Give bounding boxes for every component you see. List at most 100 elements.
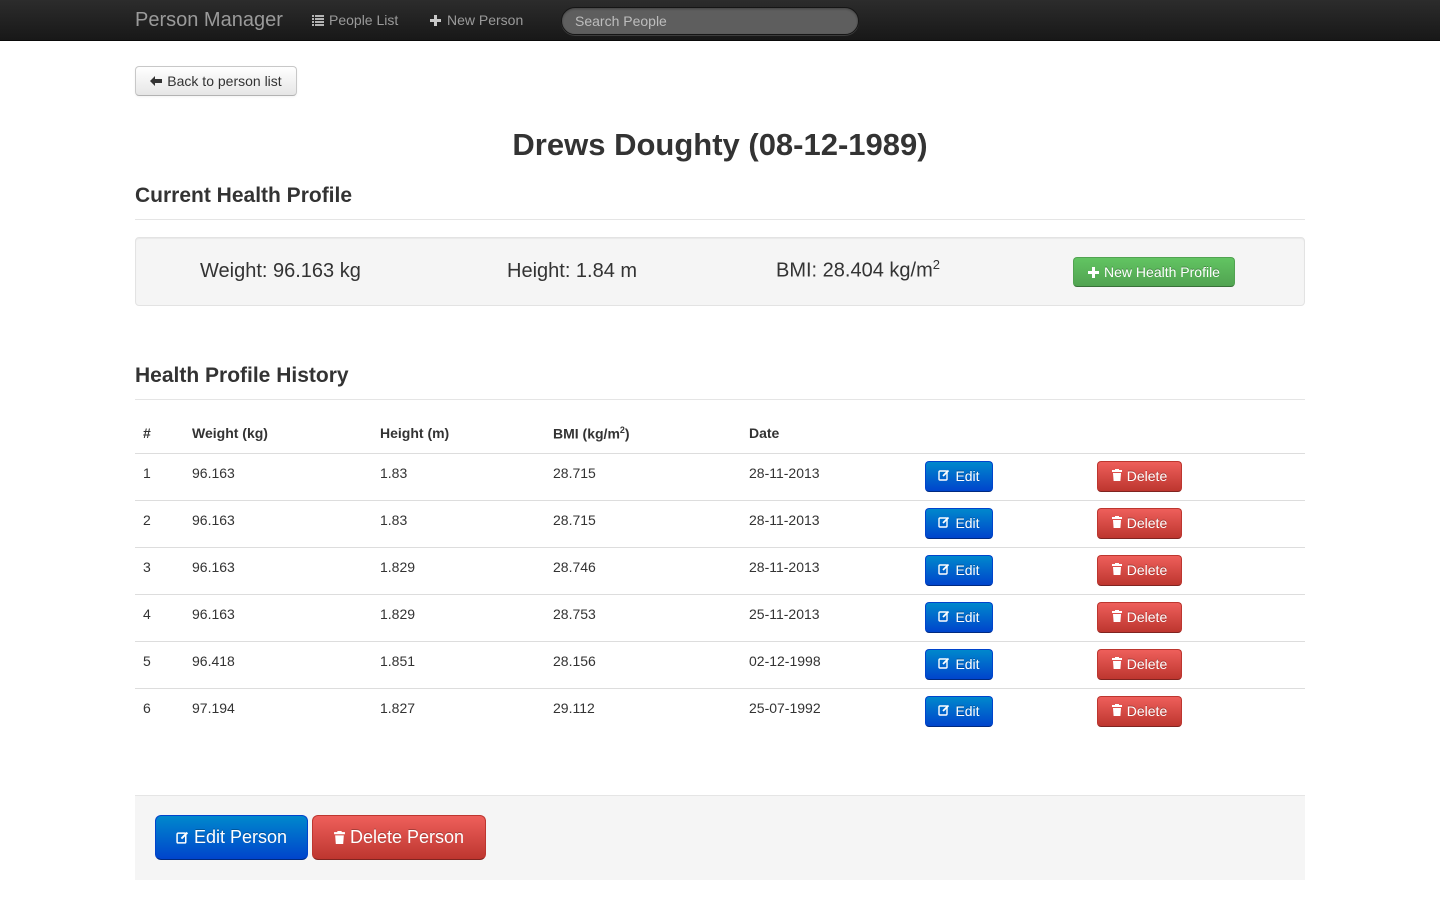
history-heading: Health Profile History [135, 364, 1305, 400]
plus-icon [1088, 266, 1100, 278]
row-weight: 96.163 [184, 546, 372, 594]
row-edit-cell: Edit [925, 452, 1097, 500]
delete-row-button[interactable]: Delete [1097, 460, 1182, 492]
search-input[interactable] [561, 7, 859, 35]
nav-people-list-label: People List [329, 12, 399, 28]
edit-row-button[interactable]: Edit [925, 695, 993, 727]
edit-icon [938, 703, 950, 719]
edit-person-label: Edit Person [193, 827, 288, 847]
row-date: 28-11-2013 [741, 452, 925, 500]
row-bmi: 28.753 [545, 593, 741, 641]
edit-row-label: Edit [955, 562, 980, 578]
current-height: Height: 1.84 m [507, 260, 638, 282]
delete-row-button[interactable]: Delete [1097, 695, 1182, 727]
edit-row-button[interactable]: Edit [925, 460, 993, 492]
edit-row-button[interactable]: Edit [925, 507, 993, 539]
current-bmi-exponent: 2 [932, 257, 940, 272]
delete-row-button[interactable]: Delete [1097, 507, 1182, 539]
row-edit-cell: Edit [925, 593, 1097, 641]
col-edit [925, 414, 1097, 453]
row-num: 3 [135, 546, 184, 594]
edit-row-label: Edit [955, 609, 980, 625]
arrow-left-icon [150, 76, 163, 86]
page-title: Drews Doughty (08-12-1989) [512, 127, 928, 162]
current-bmi-value: BMI: 28.404 kg/m [776, 259, 933, 282]
row-height: 1.83 [372, 499, 545, 547]
row-num: 6 [135, 687, 184, 735]
delete-row-button[interactable]: Delete [1097, 554, 1182, 586]
table-row: 5 96.418 1.851 28.156 02-12-1998 Edit De… [135, 640, 1305, 688]
brand[interactable]: Person Manager [135, 9, 283, 32]
delete-person-label: Delete Person [349, 827, 465, 847]
new-health-profile-button[interactable]: New Health Profile [1073, 257, 1235, 287]
row-bmi: 28.715 [545, 452, 741, 500]
col-bmi: BMI (kg/m2) [545, 414, 741, 453]
row-weight: 96.418 [184, 640, 372, 688]
row-height: 1.827 [372, 687, 545, 735]
delete-row-label: Delete [1126, 609, 1168, 625]
table-row: 3 96.163 1.829 28.746 28-11-2013 Edit De… [135, 546, 1305, 594]
trash-icon [1111, 515, 1122, 531]
row-delete-cell: Delete [1097, 452, 1305, 500]
delete-row-button[interactable]: Delete [1097, 648, 1182, 680]
edit-icon [176, 831, 189, 844]
edit-person-button[interactable]: Edit Person [155, 815, 308, 860]
row-delete-cell: Delete [1097, 687, 1305, 735]
row-height: 1.83 [372, 452, 545, 500]
trash-icon [1111, 656, 1122, 672]
edit-icon [938, 609, 950, 625]
back-to-list-label: Back to person list [167, 73, 282, 89]
edit-row-button[interactable]: Edit [925, 648, 993, 680]
row-delete-cell: Delete [1097, 546, 1305, 594]
row-date: 28-11-2013 [741, 499, 925, 547]
row-date: 25-11-2013 [741, 593, 925, 641]
edit-row-label: Edit [955, 703, 980, 719]
edit-icon [938, 656, 950, 672]
row-delete-cell: Delete [1097, 640, 1305, 688]
history-table-container: # Weight (kg) Height (m) BMI (kg/m2) Dat… [135, 414, 1305, 735]
row-bmi: 28.746 [545, 546, 741, 594]
trash-icon [1111, 609, 1122, 625]
edit-icon [938, 515, 950, 531]
new-health-profile-label: New Health Profile [1104, 264, 1220, 280]
trash-icon [334, 831, 345, 844]
trash-icon [1111, 468, 1122, 484]
table-row: 6 97.194 1.827 29.112 25-07-1992 Edit De… [135, 687, 1305, 735]
edit-row-button[interactable]: Edit [925, 554, 993, 586]
edit-icon [938, 562, 950, 578]
row-height: 1.829 [372, 593, 545, 641]
row-date: 25-07-1992 [741, 687, 925, 735]
delete-row-label: Delete [1126, 656, 1168, 672]
row-bmi: 28.156 [545, 640, 741, 688]
edit-row-label: Edit [955, 468, 980, 484]
nav-new-person[interactable]: New Person [429, 12, 523, 28]
trash-icon [1111, 562, 1122, 578]
table-row: 1 96.163 1.83 28.715 28-11-2013 Edit Del… [135, 452, 1305, 500]
delete-row-label: Delete [1126, 515, 1168, 531]
current-profile-heading: Current Health Profile [135, 184, 1305, 220]
form-actions [135, 795, 1305, 880]
col-bmi-label: BMI (kg/m [553, 425, 620, 442]
col-num: # [143, 425, 151, 442]
edit-row-button[interactable]: Edit [925, 601, 993, 633]
edit-icon [938, 468, 950, 484]
back-to-list-button[interactable]: Back to person list [135, 66, 297, 96]
trash-icon [1111, 703, 1122, 719]
row-weight: 96.163 [184, 499, 372, 547]
list-icon [311, 14, 324, 26]
delete-person-button[interactable]: Delete Person [312, 815, 486, 860]
history-body: 1 96.163 1.83 28.715 28-11-2013 Edit Del… [135, 452, 1305, 735]
row-num: 4 [135, 593, 184, 641]
row-weight: 96.163 [184, 452, 372, 500]
row-height: 1.829 [372, 546, 545, 594]
row-date: 28-11-2013 [741, 546, 925, 594]
current-weight: Weight: 96.163 kg [200, 260, 361, 282]
col-bmi-suffix: ) [624, 425, 630, 442]
col-weight: Weight (kg) [192, 425, 268, 442]
row-edit-cell: Edit [925, 640, 1097, 688]
delete-row-button[interactable]: Delete [1097, 601, 1182, 633]
edit-row-label: Edit [955, 515, 980, 531]
col-date: Date [749, 425, 780, 442]
nav-people-list[interactable]: People List [311, 12, 398, 28]
row-num: 2 [135, 499, 184, 547]
